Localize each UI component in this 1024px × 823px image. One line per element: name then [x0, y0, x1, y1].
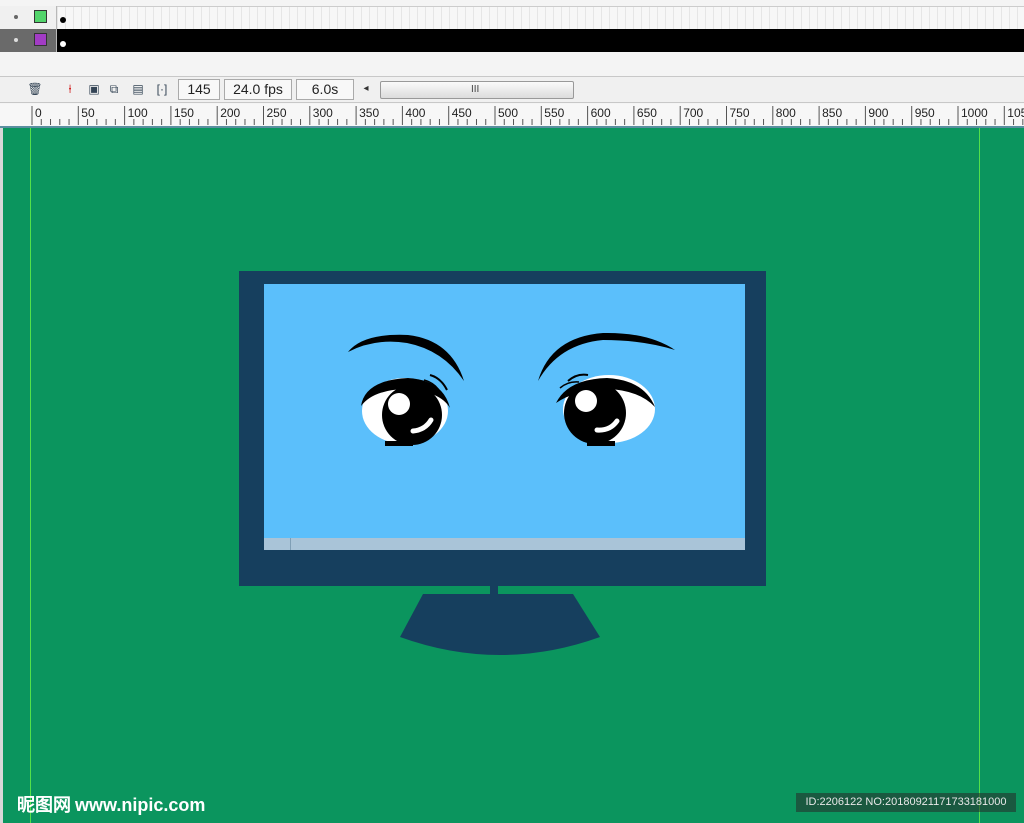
- visibility-dot-icon[interactable]: [14, 15, 18, 19]
- ruler-label: 0: [35, 106, 42, 120]
- nipic-logo: 昵图网 www.nipic.com: [17, 791, 205, 817]
- ruler-label: 450: [452, 106, 472, 120]
- layer-outline-color-swatch[interactable]: [34, 10, 47, 23]
- ruler-label: 300: [313, 106, 333, 120]
- scroll-grip-label: III: [471, 84, 480, 95]
- ruler-label: 650: [637, 106, 657, 120]
- stage-canvas[interactable]: 昵图网 www.nipic.com ID:2206122 NO:201809211…: [0, 128, 1024, 823]
- ruler-label: 1000: [961, 106, 988, 120]
- layer-frames[interactable]: [57, 6, 1024, 30]
- layer-frames[interactable]: [57, 29, 1024, 52]
- logo-cn-text: 昵图网: [17, 795, 71, 816]
- ruler-label: 105: [1007, 106, 1024, 120]
- ruler-label: 550: [544, 106, 564, 120]
- ruler-label: 250: [267, 106, 287, 120]
- edit-multiple-frames-icon[interactable]: ▤: [130, 81, 146, 97]
- ruler-label: 600: [591, 106, 611, 120]
- ruler-label: 700: [683, 106, 703, 120]
- ruler-svg: 0 50 100 150 200 250 300 350 400 450 500 550 600 650 7…: [31, 106, 1024, 125]
- trash-icon[interactable]: 🗑: [27, 81, 43, 97]
- monitor-screen: [264, 284, 745, 550]
- keyframe-dot-icon[interactable]: [60, 17, 66, 23]
- ruler-label: 100: [128, 106, 148, 120]
- layer-row-2-selected[interactable]: [0, 29, 1024, 52]
- ruler-label: 200: [220, 106, 240, 120]
- layer-header[interactable]: [0, 29, 57, 52]
- ruler-label: 350: [359, 106, 379, 120]
- ruler-label: 500: [498, 106, 518, 120]
- ruler-label: 800: [776, 106, 796, 120]
- taskbar-divider: [290, 538, 291, 550]
- image-id-badge: ID:2206122 NO:20180921171733181000: [796, 793, 1016, 812]
- playhead-center-icon[interactable]: ⍿: [62, 81, 78, 97]
- visibility-dot-icon[interactable]: [14, 38, 18, 42]
- horizontal-scrollbar-thumb[interactable]: III: [380, 81, 574, 99]
- ruler-label: 950: [915, 106, 935, 120]
- ruler-label: 150: [174, 106, 194, 120]
- horizontal-ruler: 0 50 100 150 200 250 300 350 400 450 500 550 600 650 7…: [0, 104, 1024, 128]
- timeline-controls: 🗑 ⍿ ▣ ⧉ ▤ [·] 145 24.0 fps 6.0s ◂ III: [0, 76, 1024, 103]
- layer-outline-color-swatch[interactable]: [34, 33, 47, 46]
- layer-row-1[interactable]: [0, 6, 1024, 30]
- elapsed-time-field[interactable]: 6.0s: [296, 79, 354, 100]
- monitor-illustration: [239, 271, 766, 655]
- onion-outline-icon[interactable]: ⧉: [106, 81, 122, 97]
- ruler-label: 400: [405, 106, 425, 120]
- ruler-label: 750: [730, 106, 750, 120]
- keyframe-dot-icon[interactable]: [60, 41, 66, 47]
- ruler-labels: 0 50 100 150 200 250 300 350 400 450 500 550 600 650 7…: [35, 106, 1024, 120]
- modify-markers-icon[interactable]: [·]: [154, 81, 170, 97]
- logo-url-text: www.nipic.com: [75, 795, 206, 815]
- frame-rate-field[interactable]: 24.0 fps: [224, 79, 292, 100]
- timeline-panel: 🗑 ⍿ ▣ ⧉ ▤ [·] 145 24.0 fps 6.0s ◂ III: [0, 0, 1024, 104]
- onion-skin-icon[interactable]: ▣: [86, 81, 102, 97]
- ruler-label: 50: [81, 106, 95, 120]
- monitor-base: [400, 594, 600, 655]
- layer-header[interactable]: [0, 6, 57, 29]
- ruler-label: 850: [822, 106, 842, 120]
- screen-taskbar: [264, 538, 745, 550]
- scroll-left-arrow-icon[interactable]: ◂: [360, 82, 372, 96]
- ruler-label: 900: [868, 106, 888, 120]
- current-frame-field[interactable]: 145: [178, 79, 220, 100]
